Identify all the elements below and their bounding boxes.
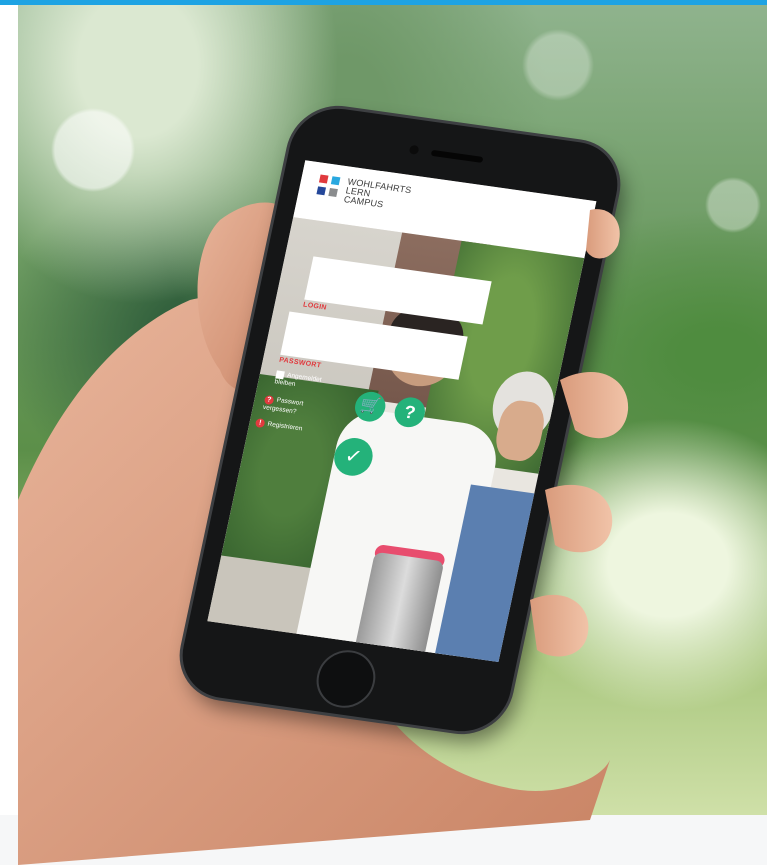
front-camera: [408, 144, 420, 155]
checkmark-icon: ✓: [342, 444, 364, 469]
home-button[interactable]: [311, 646, 381, 712]
logo-square-gray: [328, 187, 338, 197]
wohlfahrts-lern-campus-logo: WOHLFAHRTS LERN CAMPUS: [313, 174, 439, 227]
help-icon: ?: [402, 401, 418, 423]
logo-square-navy: [316, 186, 327, 196]
photo-composition: WOHLFAHRTS LERN CAMPUS LOGIN PASSWORT An…: [0, 0, 767, 865]
logo-square-red: [318, 174, 329, 184]
info-icon: !: [254, 418, 266, 429]
bottom-margin: [0, 815, 767, 865]
shopping-cart-icon: 🛒: [358, 396, 382, 416]
earpiece-speaker: [430, 149, 484, 163]
logo-square-cyan: [330, 176, 341, 186]
logo-text: WOHLFAHRTS LERN CAMPUS: [343, 176, 413, 212]
